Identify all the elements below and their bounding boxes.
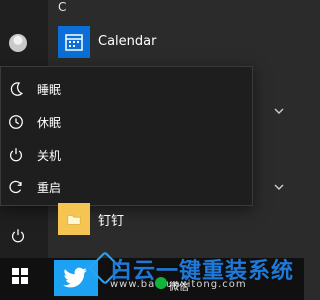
restart-icon: [9, 180, 22, 194]
power-button[interactable]: [9, 227, 27, 245]
wechat-icon: [155, 277, 167, 289]
clock-icon: [9, 115, 23, 129]
windows-start-button[interactable]: [10, 266, 30, 286]
power-menu-label: 休眠: [37, 115, 62, 130]
bird-logo-icon: [63, 267, 87, 288]
dingding-app-label[interactable]: 钉钉: [98, 210, 124, 229]
chevron-down-icon[interactable]: [274, 177, 284, 190]
power-icon: [11, 229, 25, 243]
calendar-app-label[interactable]: Calendar: [98, 34, 156, 49]
power-menu-label: 关机: [37, 148, 62, 163]
windows-logo-icon: [12, 268, 28, 284]
wechat-label: 微信: [169, 282, 189, 293]
moon-icon: [10, 82, 23, 96]
calendar-app-tile[interactable]: [58, 26, 90, 58]
section-letter: C: [58, 0, 67, 14]
power-menu-label: 睡眠: [37, 82, 62, 97]
power-menu-item-shutdown[interactable]: 关机: [1, 139, 252, 171]
power-menu-item-sleep[interactable]: 睡眠: [1, 73, 252, 105]
power-menu-item-restart[interactable]: 重启: [1, 171, 252, 203]
power-menu: 睡眠 休眠 关机 重启: [0, 66, 253, 206]
calendar-icon: [65, 34, 83, 51]
power-menu-label: 重启: [37, 180, 62, 195]
folder-icon: [67, 214, 81, 225]
power-icon: [9, 148, 23, 162]
avatar[interactable]: [9, 34, 27, 52]
power-menu-item-hibernate[interactable]: 休眠: [1, 106, 252, 138]
dingding-app-tile[interactable]: [58, 203, 90, 235]
chevron-down-icon[interactable]: [274, 101, 284, 114]
